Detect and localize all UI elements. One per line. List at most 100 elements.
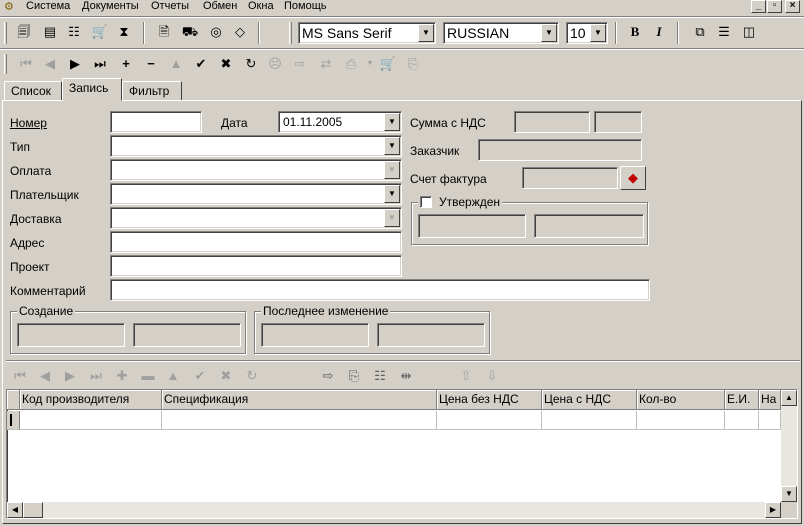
kommentariy-input[interactable]	[110, 279, 650, 301]
last-record-icon[interactable]: ⏭	[86, 366, 106, 386]
charset-select[interactable]: RUSSIAN ▼	[443, 22, 559, 44]
refresh-icon[interactable]: ↻	[241, 54, 261, 74]
cart-icon[interactable]: 🛒	[90, 22, 110, 42]
print-dropdown-icon[interactable]: ▼	[360, 54, 380, 74]
toolbar-handle[interactable]	[289, 22, 292, 44]
menu-obmen[interactable]: Обмен	[203, 0, 237, 13]
chevron-down-icon[interactable]: ▼	[384, 137, 400, 155]
font-name-select[interactable]: MS Sans Serif ▼	[298, 22, 436, 44]
table-cell[interactable]	[637, 411, 725, 430]
next-record-icon[interactable]: ▶	[60, 366, 80, 386]
refresh-icon[interactable]: ↻	[242, 366, 262, 386]
copy-docs-icon[interactable]: 🗐	[14, 22, 34, 42]
table-cell[interactable]	[759, 411, 781, 430]
edit-record-icon[interactable]: ▲	[166, 54, 186, 74]
move-down-icon[interactable]: ⇩	[482, 366, 502, 386]
menu-dokumenty[interactable]: Документы	[82, 0, 139, 13]
close-button[interactable]: ×	[785, 0, 800, 13]
chevron-down-icon[interactable]: ▼	[384, 113, 400, 131]
post-record-icon[interactable]: ✔	[191, 54, 211, 74]
first-record-icon[interactable]: ⏮	[16, 54, 36, 74]
export-icon[interactable]: ⇨	[318, 366, 338, 386]
insert-icon[interactable]: ⎘	[344, 366, 364, 386]
add-record-icon[interactable]: +	[116, 54, 136, 74]
scroll-thumb[interactable]	[23, 502, 43, 518]
tip-select[interactable]: ▼	[110, 135, 402, 157]
menu-pomosh[interactable]: Помощь	[284, 0, 327, 13]
vertical-scrollbar[interactable]: ▲ ▼	[781, 390, 797, 502]
chevron-down-icon[interactable]: ▼	[384, 209, 400, 227]
font-size-select[interactable]: 10 ▼	[566, 22, 608, 44]
delete-record-icon[interactable]: ▬	[138, 366, 158, 386]
col-header-kolvo[interactable]: Кол-во	[637, 390, 725, 410]
first-record-icon[interactable]: ⏮	[10, 366, 30, 386]
export-icon[interactable]: ⇨	[290, 54, 310, 74]
utverzhden-checkbox[interactable]	[420, 196, 432, 208]
move-up-icon[interactable]: ⇧	[456, 366, 476, 386]
scroll-right-button[interactable]: ▶	[765, 502, 781, 518]
table-cell[interactable]	[162, 411, 437, 430]
disc-icon[interactable]: ◎	[206, 22, 226, 42]
cancel-record-icon[interactable]: ✖	[216, 366, 236, 386]
table-cell[interactable]	[725, 411, 759, 430]
restore-button[interactable]: ▫	[767, 0, 782, 13]
menu-okna[interactable]: Окна	[248, 0, 274, 13]
last-record-icon[interactable]: ⏭	[90, 54, 110, 74]
tree-icon[interactable]: ☷	[64, 22, 84, 42]
stack-icon[interactable]: ▤	[40, 22, 60, 42]
chevron-down-icon[interactable]: ▼	[384, 161, 400, 179]
row-indicator[interactable]	[7, 411, 20, 430]
col-header-cena-bez[interactable]: Цена без НДС	[437, 390, 542, 410]
cascade-windows-icon[interactable]: ⧉	[690, 22, 710, 42]
splitter[interactable]	[6, 360, 800, 362]
prior-record-icon[interactable]: ◀	[35, 366, 55, 386]
tab-filtr[interactable]: Фильтр	[122, 81, 182, 101]
prior-record-icon[interactable]: ◀	[40, 54, 60, 74]
tile-horizontal-icon[interactable]: ☰	[714, 22, 734, 42]
nomer-input[interactable]	[110, 111, 202, 133]
filter-icon[interactable]: ☹	[265, 54, 285, 74]
minimize-button[interactable]: _	[751, 0, 766, 13]
tab-zapis[interactable]: Запись	[62, 78, 122, 101]
toolbar-handle[interactable]	[4, 22, 7, 44]
transfer-icon[interactable]: ⇄	[316, 54, 336, 74]
truck-icon[interactable]: ⛟	[180, 22, 200, 42]
eraser-icon[interactable]: ◇	[230, 22, 250, 42]
oplata-select[interactable]: ▼	[110, 159, 402, 181]
table-cell[interactable]	[542, 411, 637, 430]
col-header-ei[interactable]: Е.И.	[725, 390, 759, 410]
schet-lookup-button[interactable]: ◆	[620, 166, 646, 190]
chevron-down-icon[interactable]: ▼	[384, 185, 400, 203]
table-cell[interactable]	[437, 411, 542, 430]
document-icon[interactable]: 🗎	[154, 22, 174, 42]
col-header-kod[interactable]: Код производителя	[20, 390, 162, 410]
columns-icon[interactable]: ⇹	[396, 366, 416, 386]
bold-button[interactable]: B	[625, 22, 645, 42]
hourglass-icon[interactable]: ⧗	[114, 22, 134, 42]
edit-record-icon[interactable]: ▲	[163, 366, 183, 386]
cancel-record-icon[interactable]: ✖	[216, 54, 236, 74]
col-header-na[interactable]: На	[759, 390, 781, 410]
next-record-icon[interactable]: ▶	[65, 54, 85, 74]
menu-sistema[interactable]: Система	[26, 0, 70, 13]
tree-icon[interactable]: ☷	[370, 366, 390, 386]
print-icon[interactable]: ⎙	[341, 54, 361, 74]
scroll-down-button[interactable]: ▼	[781, 486, 797, 502]
delete-record-icon[interactable]: −	[141, 54, 161, 74]
scroll-left-button[interactable]: ◀	[7, 502, 23, 518]
dostavka-select[interactable]: ▼	[110, 207, 402, 229]
col-header-spec[interactable]: Спецификация	[162, 390, 437, 410]
spec-grid[interactable]: Код производителя Спецификация Цена без …	[6, 389, 798, 519]
chevron-down-icon[interactable]: ▼	[541, 24, 557, 42]
utverzhden-checkbox-row[interactable]: Утвержден	[418, 195, 503, 210]
menu-otchety[interactable]: Отчеты	[151, 0, 189, 13]
col-header-cena-s[interactable]: Цена с НДС	[542, 390, 637, 410]
add-record-icon[interactable]: ✚	[112, 366, 132, 386]
copy-icon[interactable]: ⎘	[403, 54, 423, 74]
adres-input[interactable]	[110, 231, 402, 253]
data-picker[interactable]: 01.11.2005 ▼	[278, 111, 402, 133]
proekt-input[interactable]	[110, 255, 402, 277]
tab-spisok[interactable]: Список	[4, 81, 62, 101]
horizontal-scrollbar[interactable]: ◀ ▶	[7, 502, 781, 518]
chevron-down-icon[interactable]: ▼	[590, 24, 606, 42]
